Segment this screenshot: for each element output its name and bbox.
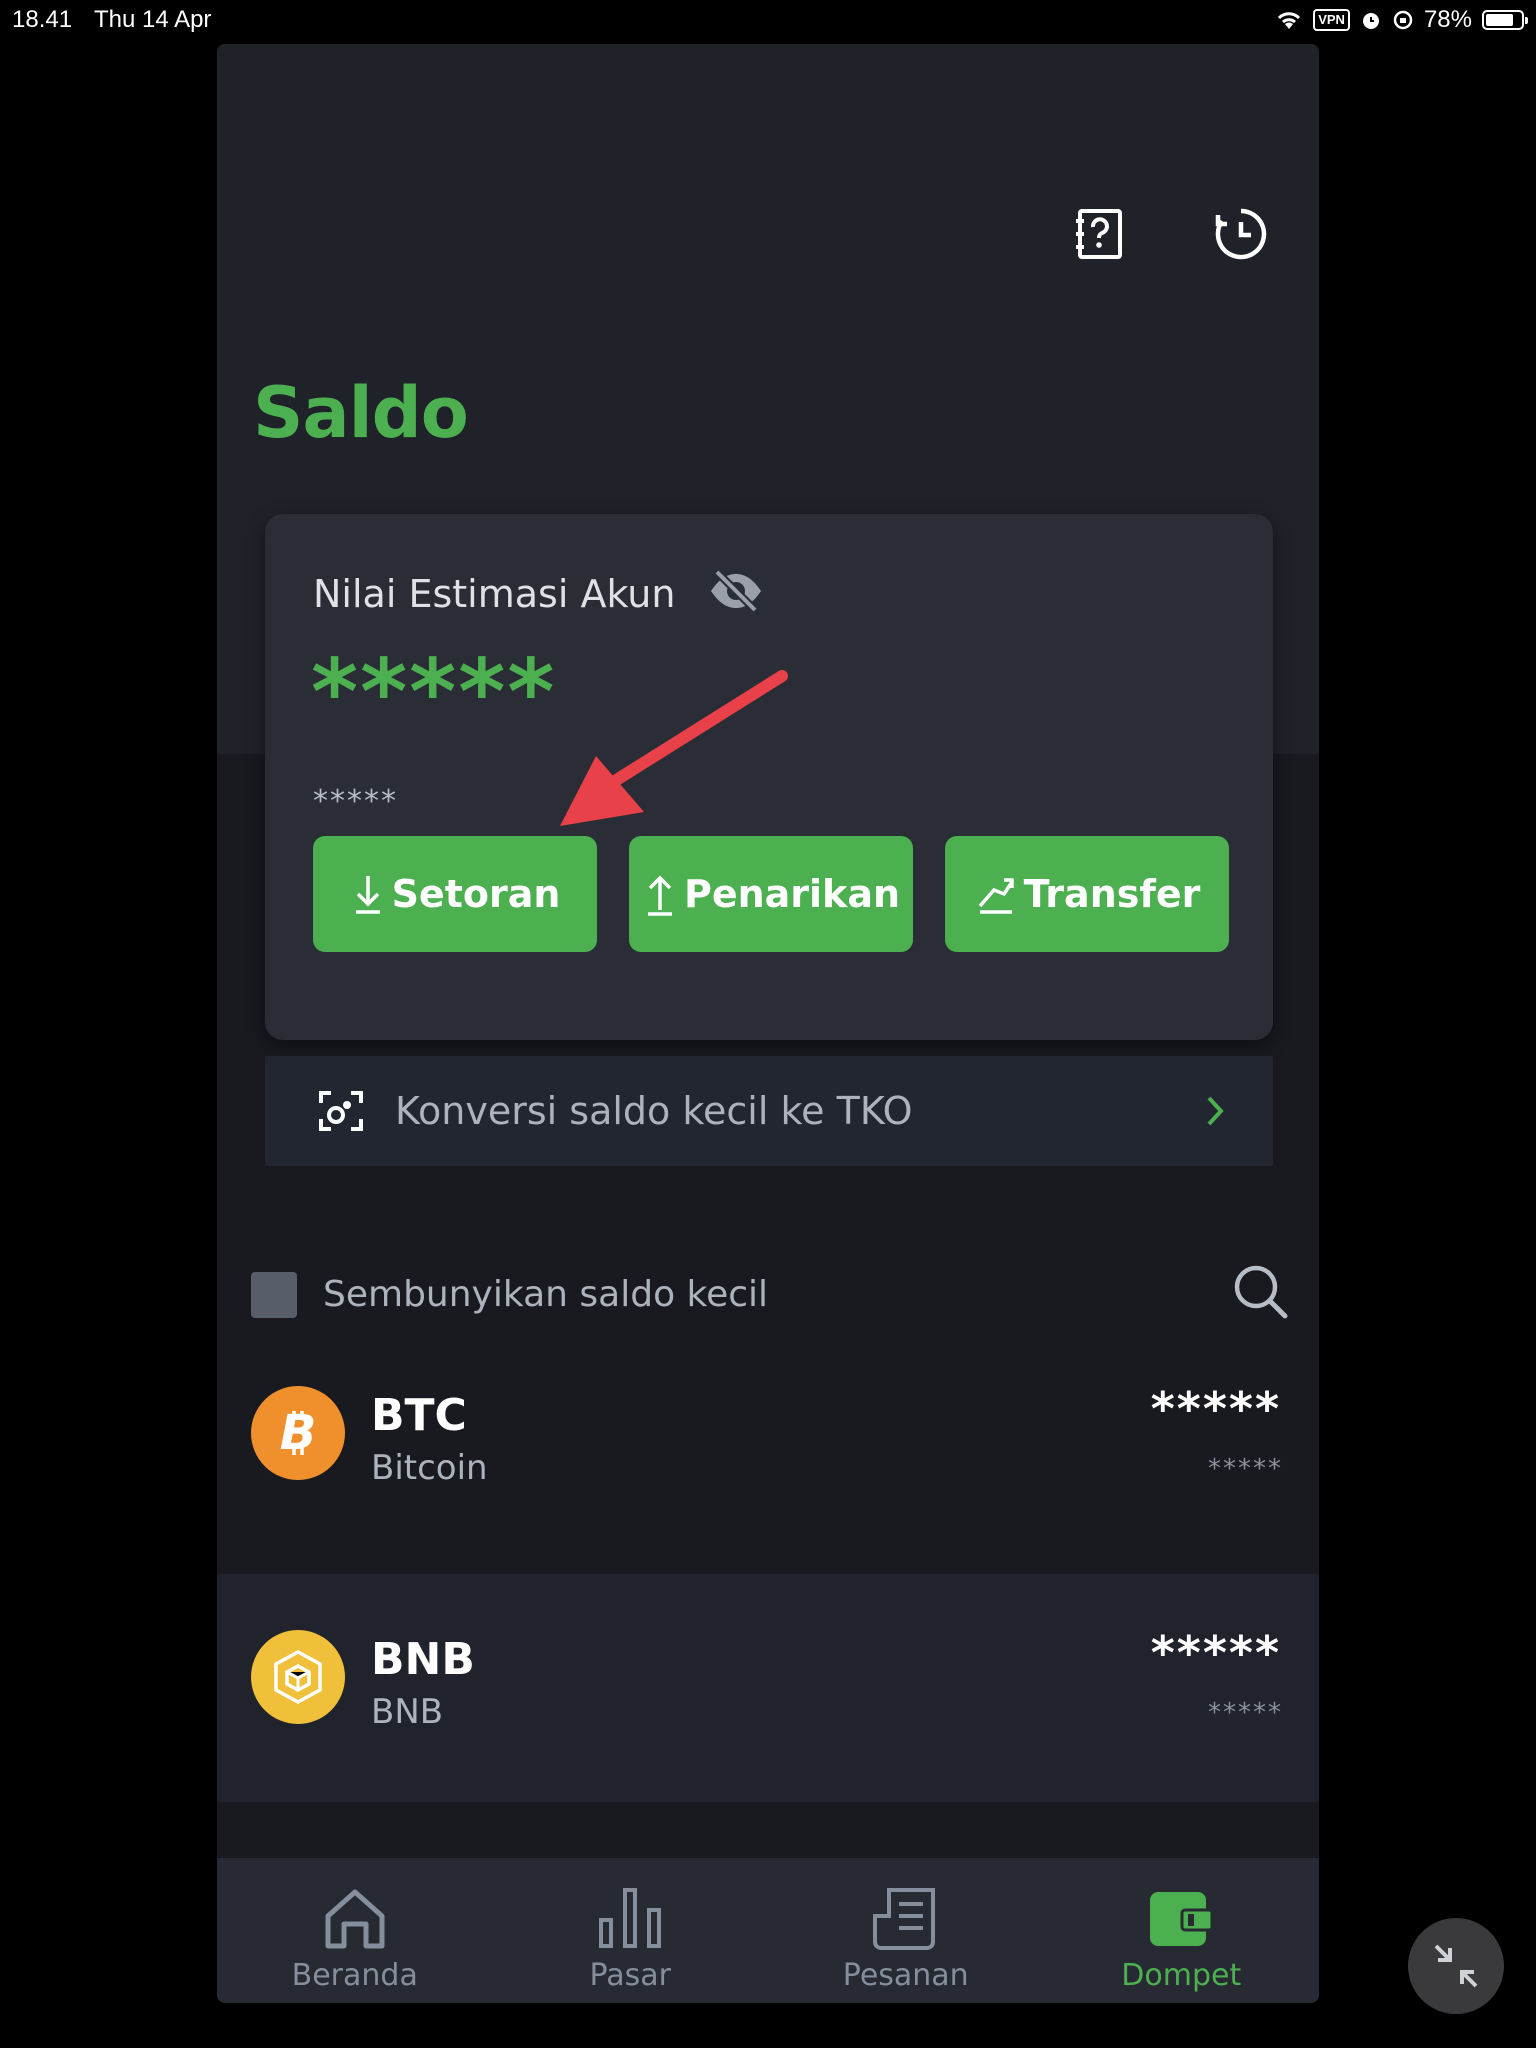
transfer-label: Transfer xyxy=(1023,872,1201,916)
hide-small-balance-label: Sembunyikan saldo kecil xyxy=(323,1274,769,1315)
nav-label: Pasar xyxy=(589,1958,671,1993)
rotation-lock-icon xyxy=(1393,10,1413,30)
convert-label: Konversi saldo kecil ke TKO xyxy=(395,1089,913,1133)
asset-value: ***** xyxy=(1208,1454,1283,1484)
convert-scan-icon xyxy=(319,1091,363,1131)
asset-row-btc[interactable]: B BTC Bitcoin ***** ***** xyxy=(217,1330,1319,1558)
nav-dompet[interactable]: Dompet xyxy=(1044,1858,1320,2003)
estimated-value-label: Nilai Estimasi Akun xyxy=(313,572,676,616)
asset-name: BNB xyxy=(371,1692,444,1732)
hide-small-balance-checkbox[interactable] xyxy=(251,1272,297,1318)
asset-row-bnb[interactable]: BNB BNB ***** ***** xyxy=(217,1574,1319,1802)
nav-pesanan[interactable]: Pesanan xyxy=(768,1858,1044,2003)
collapse-arrows-icon xyxy=(1434,1944,1478,1988)
nav-pasar[interactable]: Pasar xyxy=(493,1858,769,2003)
withdraw-arrow-up-icon xyxy=(647,875,672,916)
convert-small-balance-row[interactable]: Konversi saldo kecil ke TKO xyxy=(265,1056,1273,1166)
deposit-arrow-down-icon xyxy=(355,876,380,914)
battery-percent: 78% xyxy=(1423,6,1472,33)
bnb-coin-icon xyxy=(251,1630,345,1724)
eye-hidden-icon[interactable] xyxy=(707,566,765,616)
alarm-icon xyxy=(1362,13,1379,29)
withdraw-button[interactable]: Penarikan xyxy=(629,836,913,952)
nav-beranda[interactable]: Beranda xyxy=(217,1858,493,2003)
balance-value: ***** xyxy=(311,640,557,745)
battery-icon xyxy=(1482,10,1528,30)
nav-label: Pesanan xyxy=(842,1958,969,1993)
transfer-icon xyxy=(978,878,1014,914)
deposit-label: Setoran xyxy=(391,872,561,916)
deposit-button[interactable]: Setoran xyxy=(313,836,597,952)
asset-amount: ***** xyxy=(1150,1382,1281,1436)
asset-symbol: BTC xyxy=(371,1390,467,1441)
asset-amount: ***** xyxy=(1150,1626,1281,1680)
hide-small-balance-row: Sembunyikan saldo kecil xyxy=(251,1260,1291,1330)
withdraw-label: Penarikan xyxy=(683,872,901,916)
asset-name: Bitcoin xyxy=(371,1448,488,1488)
search-icon[interactable] xyxy=(1229,1260,1291,1322)
asset-symbol: BNB xyxy=(371,1634,475,1685)
market-bars-icon xyxy=(599,1888,662,1948)
chevron-right-icon xyxy=(1207,1096,1224,1126)
btc-coin-icon: B xyxy=(251,1386,345,1480)
status-time: 18.41 xyxy=(12,6,73,33)
svg-text:B: B xyxy=(280,1405,317,1461)
home-icon xyxy=(325,1889,385,1949)
asset-value: ***** xyxy=(1208,1698,1283,1728)
nav-label: Dompet xyxy=(1121,1958,1242,1993)
orders-document-icon xyxy=(872,1888,935,1950)
wifi-icon xyxy=(1278,12,1301,29)
status-right: VPN 78% xyxy=(1275,6,1528,34)
help-notebook-icon[interactable] xyxy=(1071,206,1127,262)
history-clock-icon[interactable] xyxy=(1213,206,1269,262)
annotation-arrow xyxy=(560,670,788,826)
page-title: Saldo xyxy=(253,372,469,454)
status-date: Thu 14 Apr xyxy=(94,6,212,33)
wallet-app: Saldo Nilai Estimasi Akun ***** ***** Se… xyxy=(217,44,1319,2003)
vpn-badge: VPN xyxy=(1313,9,1350,31)
floating-minimize-button[interactable] xyxy=(1408,1918,1504,2014)
wallet-icon xyxy=(1150,1892,1214,1946)
status-bar: 18.41 Thu 14 Apr VPN 78% xyxy=(0,0,1536,40)
nav-label: Beranda xyxy=(291,1958,418,1993)
bottom-navigation: Beranda Pasar Pesanan Dompet xyxy=(217,1858,1319,2003)
transfer-button[interactable]: Transfer xyxy=(945,836,1229,952)
balance-sub-value: ***** xyxy=(313,784,398,819)
